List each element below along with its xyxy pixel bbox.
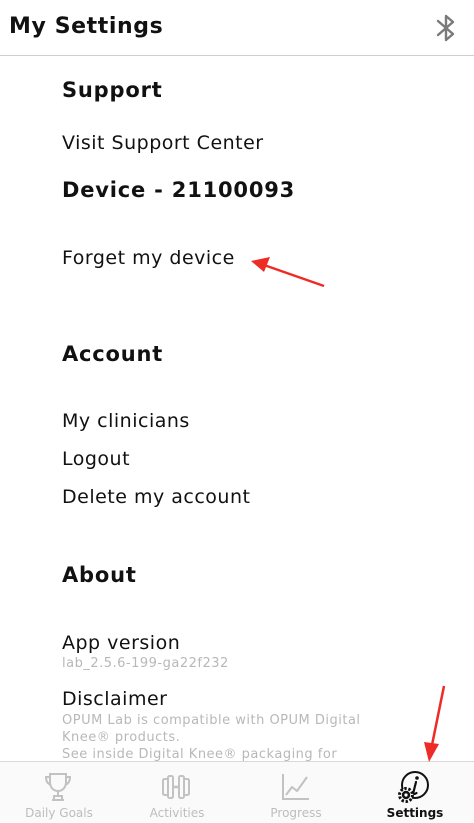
app-version-value: lab_2.5.6-199-ga22f232 [62,656,229,671]
forget-device-button[interactable]: Forget my device [62,247,235,269]
page-title: My Settings [9,14,164,39]
tab-progress[interactable]: Progress [237,762,355,823]
bottom-tab-bar: Daily Goals Activities Progress Settings [0,761,474,822]
disclaimer-text-line-1: OPUM Lab is compatible with OPUM Digital [62,713,361,728]
tab-label-progress: Progress [270,806,322,820]
tab-label-daily-goals: Daily Goals [25,806,93,820]
disclaimer-label: Disclaimer [62,688,168,710]
settings-list[interactable]: Support Visit Support Center Device - 21… [0,56,474,761]
bluetooth-icon[interactable] [432,12,460,44]
app-version-label: App version [62,632,181,654]
disclaimer-text-line-2: Knee® products. [62,730,181,745]
section-title-about: About [62,563,137,587]
my-clinicians-link[interactable]: My clinicians [62,410,190,432]
info-gear-icon [398,771,429,803]
logout-button[interactable]: Logout [62,448,130,470]
tab-settings[interactable]: Settings [356,762,474,823]
dumbbell-icon [162,775,190,799]
section-title-device: Device - 21100093 [62,178,296,202]
tab-label-activities: Activities [149,806,205,820]
line-chart-icon [282,774,309,800]
disclaimer-text-line-3: See inside Digital Knee® packaging for [62,747,338,761]
delete-account-button[interactable]: Delete my account [62,486,250,508]
header-bar: My Settings [0,0,474,56]
tab-label-settings: Settings [386,806,444,820]
section-title-support: Support [62,78,163,102]
trophy-icon [44,773,72,801]
section-title-account: Account [62,342,164,366]
visit-support-center-link[interactable]: Visit Support Center [62,132,264,154]
tab-daily-goals[interactable]: Daily Goals [0,762,118,823]
tab-activities[interactable]: Activities [118,762,236,823]
